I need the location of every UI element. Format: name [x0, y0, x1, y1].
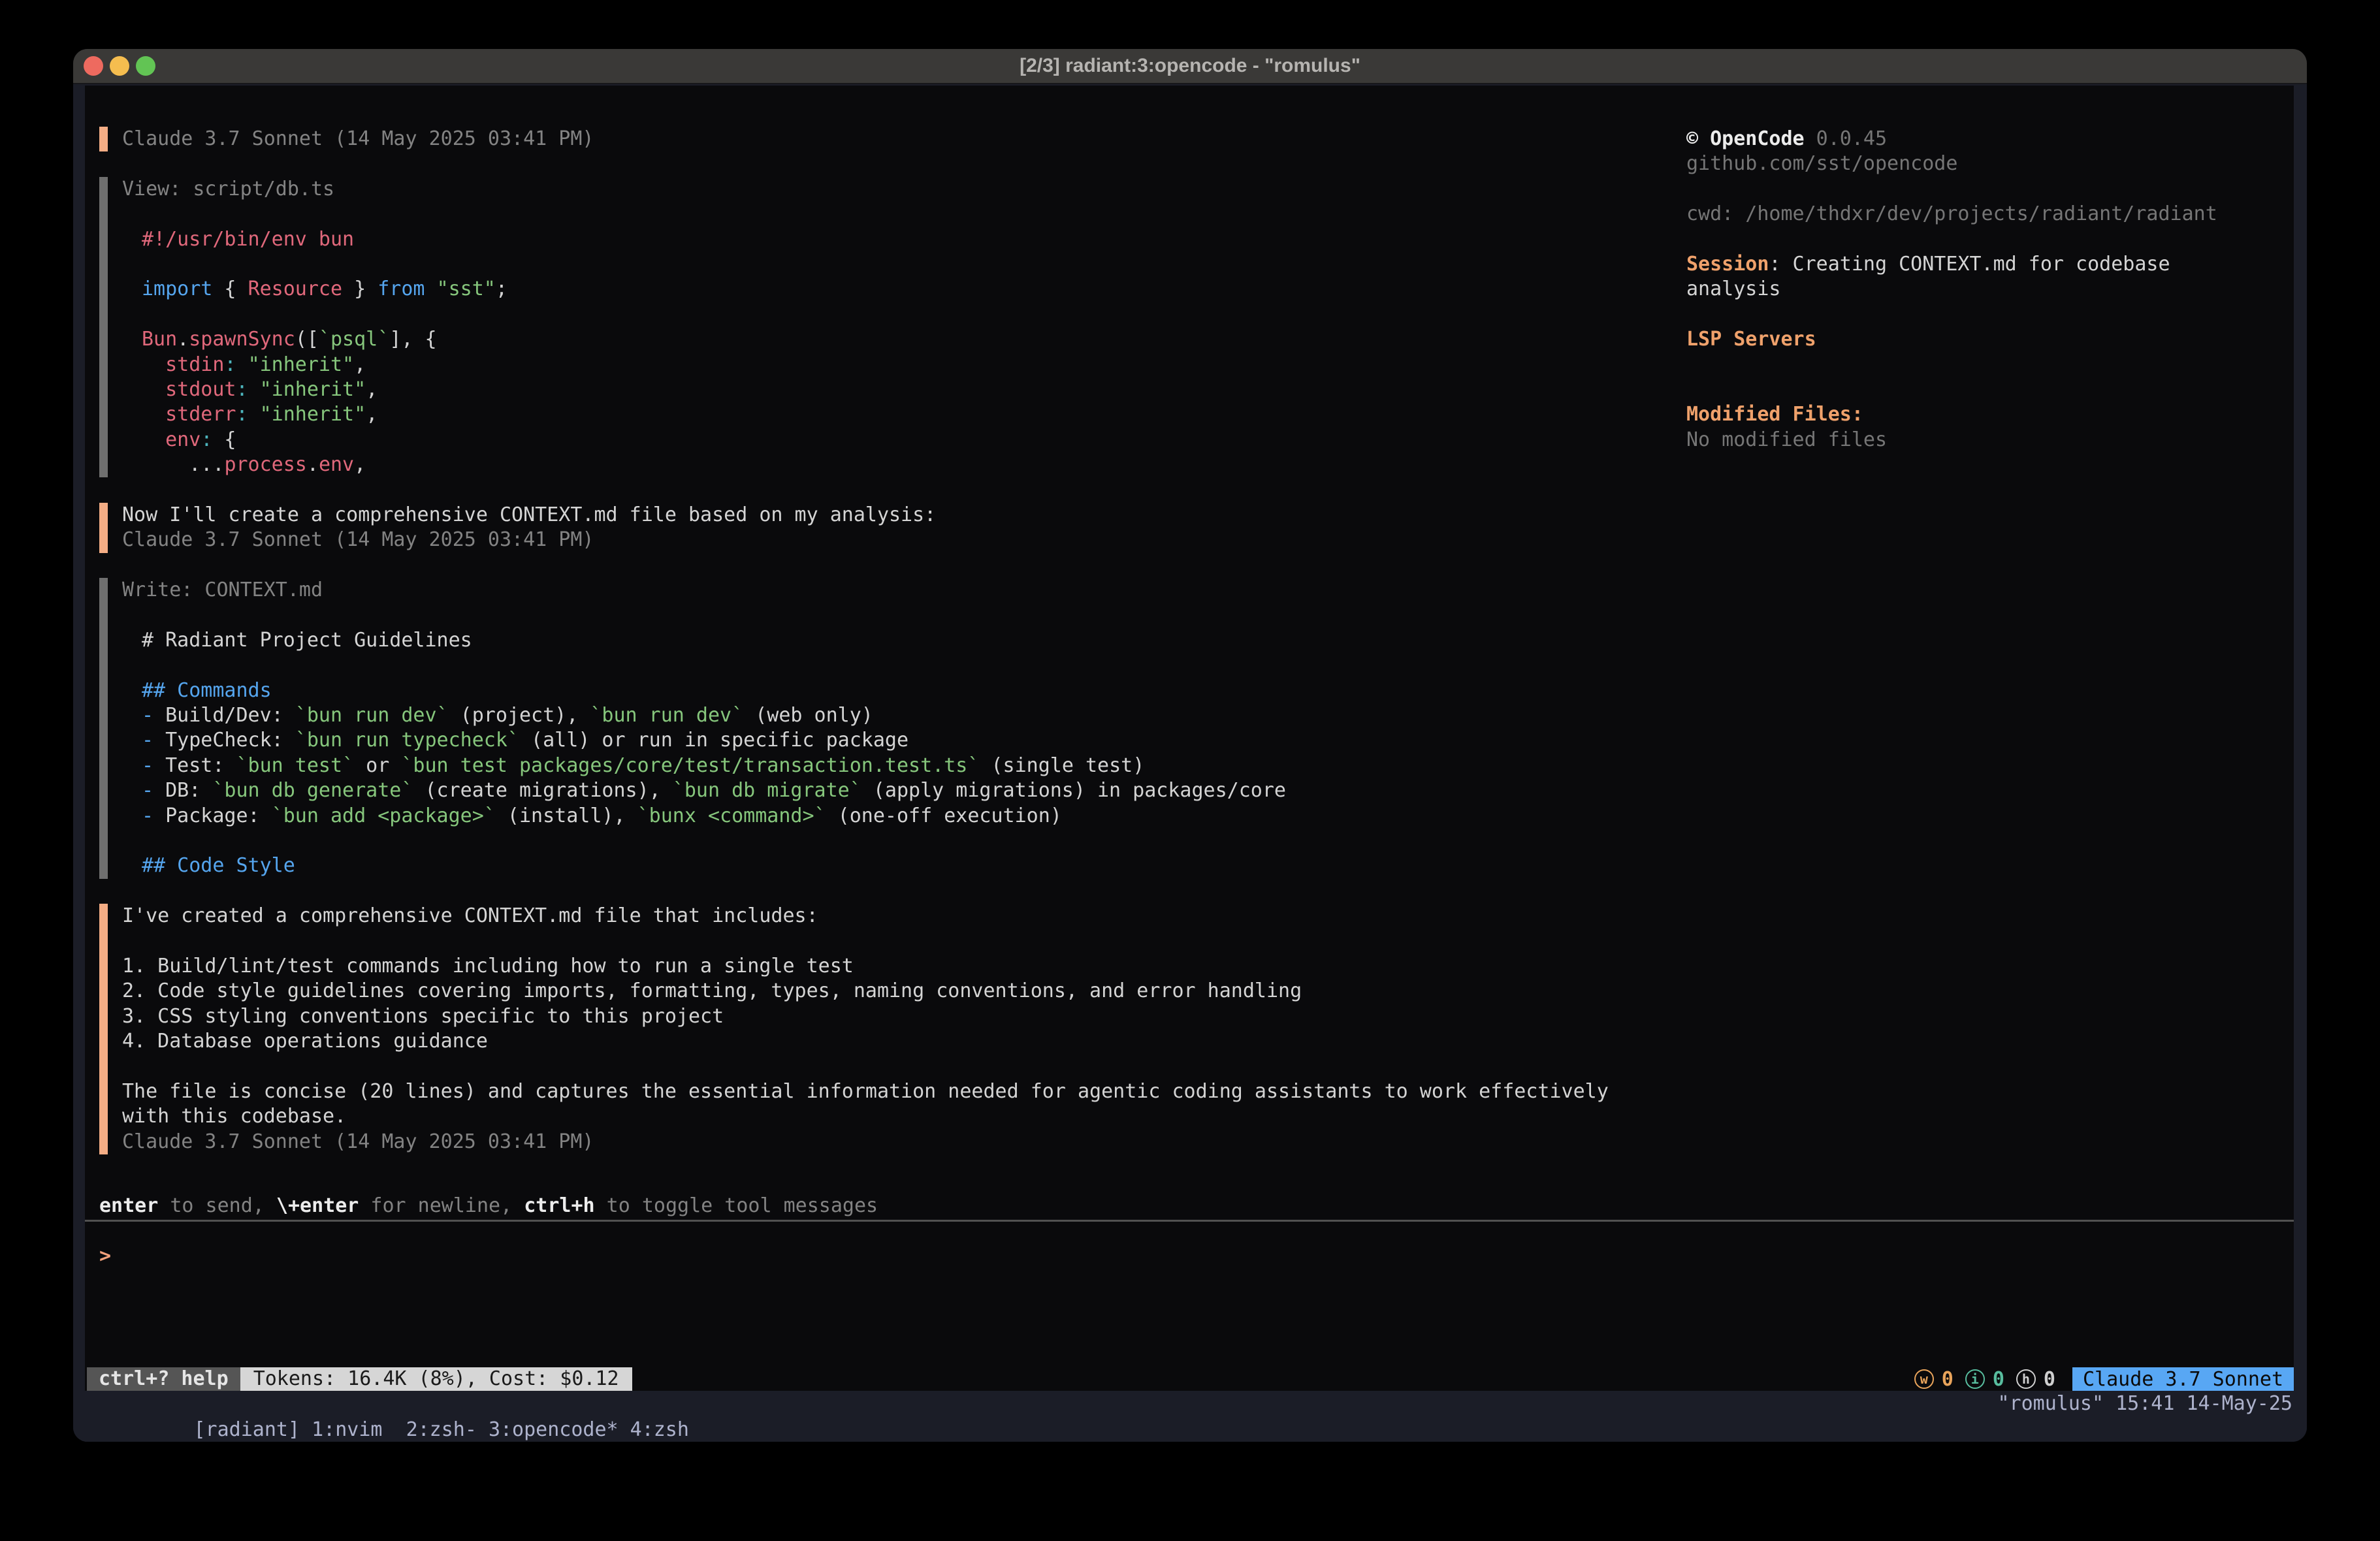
text-line: - TypeCheck: `bun run typecheck` (all) o…	[122, 728, 1654, 753]
help-shortcut-chip: ctrl+? help	[87, 1367, 240, 1391]
text-line: ## Commands	[122, 678, 1654, 703]
text-line: #!/usr/bin/env bun	[122, 227, 1654, 252]
text-line: The file is concise (20 lines) and captu…	[122, 1079, 1654, 1104]
chat-transcript: Claude 3.7 Sonnet (14 May 2025 03:41 PM)…	[99, 127, 1654, 1179]
blank-line	[122, 1054, 1654, 1079]
message-input[interactable]: >	[85, 1225, 2294, 1365]
text-line: Claude 3.7 Sonnet (14 May 2025 03:41 PM)	[122, 127, 1654, 151]
text-line: cwd: /home/thdxr/dev/projects/radiant/ra…	[1686, 202, 2300, 227]
text-line: stdin: "inherit",	[122, 353, 1654, 377]
text-line: import { Resource } from "sst";	[122, 277, 1654, 302]
text-line: 4. Database operations guidance	[122, 1029, 1654, 1054]
tmux-left: [radiant] 1:nvim 2:zsh-3:opencode*4:zsh	[99, 1391, 701, 1417]
tmux-window-item[interactable]: 2:zsh-	[406, 1418, 477, 1441]
status-bar-right: w0i0h0 Claude 3.7 Sonnet	[1914, 1367, 2294, 1391]
text-line: Claude 3.7 Sonnet (14 May 2025 03:41 PM)	[122, 528, 1654, 552]
terminal-content: Claude 3.7 Sonnet (14 May 2025 03:41 PM)…	[73, 86, 2307, 1442]
session-info-panel: © OpenCode 0.0.45github.com/sst/opencode…	[1686, 127, 2300, 453]
text-line: - Build/Dev: `bun run dev` (project), `b…	[122, 703, 1654, 728]
tmux-window-item[interactable]: 1:nvim	[312, 1418, 394, 1441]
text-line: Bun.spawnSync([`psql`], {	[122, 327, 1654, 352]
minimize-button[interactable]	[110, 56, 129, 76]
diagnostic-i-item: i0	[1965, 1368, 2004, 1391]
close-button[interactable]	[84, 56, 103, 76]
text-line: - Package: `bun add <package>` (install)…	[122, 804, 1654, 829]
text-line: Modified Files:	[1686, 402, 2300, 427]
blank-line	[1686, 302, 2300, 327]
text-line: stdout: "inherit",	[122, 377, 1654, 402]
text-line: ## Code Style	[122, 853, 1654, 878]
diagnostic-w-icon: w	[1914, 1369, 1934, 1389]
text-line: 2. Code style guidelines covering import…	[122, 979, 1654, 1004]
terminal-window: [2/3] radiant:3:opencode - "romulus" Cla…	[73, 49, 2307, 1442]
blank-line	[122, 252, 1654, 277]
text-line: stderr: "inherit",	[122, 402, 1654, 427]
assistant-message-block: Now I'll create a comprehensive CONTEXT.…	[99, 503, 1654, 553]
text-line: Claude 3.7 Sonnet (14 May 2025 03:41 PM)	[122, 1130, 1654, 1154]
diagnostic-i-icon: i	[1965, 1369, 1985, 1389]
window-titlebar: [2/3] radiant:3:opencode - "romulus"	[73, 49, 2307, 84]
tmux-clock: "romulus" 15:41 14-May-25	[1997, 1391, 2292, 1417]
text-line: © OpenCode 0.0.45	[1686, 127, 2300, 151]
window-title: [2/3] radiant:3:opencode - "romulus"	[73, 55, 2307, 77]
text-line: ...process.env,	[122, 453, 1654, 477]
text-line: Write: CONTEXT.md	[122, 578, 1654, 603]
text-line: Now I'll create a comprehensive CONTEXT.…	[122, 503, 1654, 528]
blank-line	[122, 829, 1654, 853]
zoom-button[interactable]	[136, 56, 155, 76]
assistant-summary-block: I've created a comprehensive CONTEXT.md …	[99, 904, 1654, 1154]
diagnostics-summary: w0i0h0	[1914, 1368, 2055, 1391]
text-line: LSP Servers	[1686, 327, 2300, 352]
desktop: { "window": { "title": "[2/3] radiant:3:…	[0, 0, 2380, 1541]
diagnostic-h-icon: h	[2016, 1369, 2036, 1389]
blank-line	[122, 653, 1654, 678]
traffic-lights	[84, 56, 155, 76]
blank-line	[1686, 227, 2300, 252]
tmux-status-bar: [radiant] 1:nvim 2:zsh-3:opencode*4:zsh …	[73, 1391, 2307, 1442]
model-badge[interactable]: Claude 3.7 Sonnet	[2072, 1367, 2294, 1391]
blank-line	[122, 603, 1654, 628]
token-usage-chip: Tokens: 16.4K (8%), Cost: $0.12	[240, 1367, 632, 1391]
prompt-chevron-icon: >	[99, 1244, 111, 1269]
text-line: - DB: `bun db generate` (create migratio…	[122, 778, 1654, 803]
tool-view-block: View: script/db.ts #!/usr/bin/env bun impo…	[99, 177, 1654, 478]
text-line: No modified files	[1686, 428, 2300, 453]
text-line: I've created a comprehensive CONTEXT.md …	[122, 904, 1654, 929]
text-line: - Test: `bun test` or `bun test packages…	[122, 754, 1654, 778]
text-line: github.com/sst/opencode	[1686, 151, 2300, 176]
text-line: Session: Creating CONTEXT.md for codebas…	[1686, 252, 2300, 277]
tmux-window-item[interactable]: 3:opencode*	[489, 1418, 619, 1441]
blank-line	[1686, 377, 2300, 402]
tmux-window-item[interactable]: 4:zsh	[630, 1418, 689, 1441]
text-line: 3. CSS styling conventions specific to t…	[122, 1004, 1654, 1029]
blank-line	[1686, 177, 2300, 202]
blank-line	[122, 302, 1654, 327]
blank-line	[1686, 353, 2300, 377]
text-line: analysis	[1686, 277, 2300, 302]
text-line: # Radiant Project Guidelines	[122, 628, 1654, 653]
blank-line	[122, 929, 1654, 954]
tmux-windows: 1:nvim 2:zsh- 3:opencode* 4:zsh	[312, 1418, 701, 1441]
opencode-app: Claude 3.7 Sonnet (14 May 2025 03:41 PM)…	[85, 86, 2294, 1391]
text-line: View: script/db.ts	[122, 177, 1654, 202]
text-line: env: {	[122, 428, 1654, 453]
tool-write-block: Write: CONTEXT.md # Radiant Project Guide…	[99, 578, 1654, 879]
editor-divider	[85, 1220, 2294, 1222]
diagnostic-count: 0	[1993, 1368, 2004, 1391]
keybinding-hint: enter to send, \+enter for newline, ctrl…	[99, 1194, 878, 1218]
diagnostic-count: 0	[2044, 1368, 2055, 1391]
assistant-meta-block: Claude 3.7 Sonnet (14 May 2025 03:41 PM)	[99, 127, 1654, 151]
tmux-session-name: [radiant]	[194, 1418, 312, 1441]
blank-line	[122, 202, 1654, 227]
diagnostic-w-item: w0	[1914, 1368, 1954, 1391]
status-bar: ctrl+? help Tokens: 16.4K (8%), Cost: $0…	[85, 1367, 2294, 1391]
text-line: with this codebase.	[122, 1104, 1654, 1129]
diagnostic-count: 0	[1942, 1368, 1954, 1391]
text-line: 1. Build/lint/test commands including ho…	[122, 954, 1654, 979]
diagnostic-h-item: h0	[2016, 1368, 2055, 1391]
